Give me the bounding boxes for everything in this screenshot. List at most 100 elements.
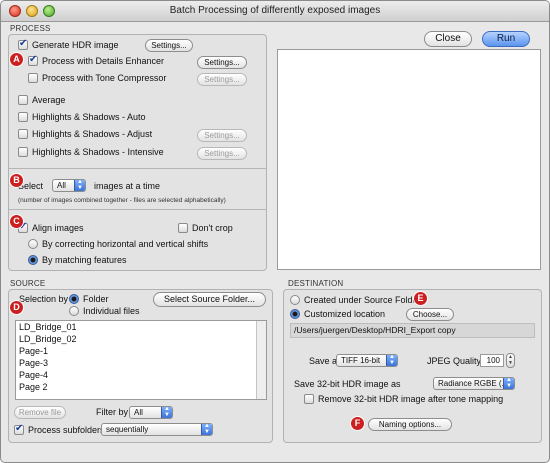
badge-f: F <box>351 417 364 430</box>
select-source-folder-button[interactable]: Select Source Folder... <box>153 292 266 307</box>
jpeg-quality-row: JPEG Quality: <box>427 356 484 366</box>
jpeg-quality-stepper[interactable]: ▲ ▼ <box>506 353 515 368</box>
dest-path: /Users/juergen/Desktop/HDRI_Export copy <box>290 323 535 338</box>
hs-adjust-label: Highlights & Shadows - Adjust <box>32 129 153 139</box>
process-subfolders-option[interactable]: Process subfolders <box>14 423 105 435</box>
remove32-checkbox[interactable] <box>304 394 314 404</box>
generate-hdr-checkbox[interactable] <box>18 38 28 50</box>
details-enhancer-settings-button[interactable]: Settings... <box>197 56 247 69</box>
align-option[interactable]: Align images <box>18 221 84 233</box>
filter-value: All <box>134 408 143 417</box>
hs-intensive-option[interactable]: Highlights & Shadows - Intensive <box>18 147 164 157</box>
process-section-label: PROCESS <box>10 24 51 33</box>
filter-by-row: Filter by <box>96 407 128 417</box>
tone-compressor-label: Process with Tone Compressor <box>42 73 167 83</box>
hs-intensive-settings-button[interactable]: Settings... <box>197 147 247 160</box>
naming-options-button[interactable]: Naming options... <box>368 418 452 431</box>
process-subfolders-checkbox[interactable] <box>14 423 24 435</box>
generate-hdr-settings-button[interactable]: Settings... <box>145 39 193 52</box>
file-items: LD_Bridge_01 LD_Bridge_02 Page-1 Page-3 Page… <box>16 321 266 393</box>
remove32-label: Remove 32-bit HDR image after tone mappi… <box>318 394 504 404</box>
hs-adjust-checkbox[interactable] <box>18 129 28 139</box>
choose-folder-button[interactable]: Choose... <box>406 308 454 321</box>
details-enhancer-option[interactable]: Process with Details Enhancer <box>28 54 164 66</box>
hs-auto-label: Highlights & Shadows - Auto <box>32 112 146 122</box>
selection-folder-label: Folder <box>83 294 109 304</box>
align-label: Align images <box>32 223 84 233</box>
badge-e: E <box>414 292 427 305</box>
selection-individual-option[interactable]: Individual files <box>69 306 140 316</box>
select-note-text: (number of images combined together - fi… <box>18 197 226 204</box>
file-list-scrollbar[interactable] <box>256 321 266 399</box>
hs-intensive-checkbox[interactable] <box>18 147 28 157</box>
selection-by-label: Selection by <box>19 294 69 304</box>
hs-auto-option[interactable]: Highlights & Shadows - Auto <box>18 112 146 122</box>
jpeg-quality-label: JPEG Quality: <box>427 356 484 366</box>
dest-created-under-label: Created under Source Folder <box>304 295 421 305</box>
selection-individual-label: Individual files <box>83 306 140 316</box>
badge-a: A <box>10 53 23 66</box>
hs-adjust-settings-button[interactable]: Settings... <box>197 129 247 142</box>
save-as-popup[interactable]: TIFF 16-bit ▲ ▼ <box>336 354 398 367</box>
tone-compressor-settings-button[interactable]: Settings... <box>197 73 247 86</box>
generate-hdr-label: Generate HDR image <box>32 40 119 50</box>
select-suffix-row: images at a time <box>94 181 160 191</box>
average-checkbox[interactable] <box>18 95 28 105</box>
remove-file-button[interactable]: Remove file <box>14 406 66 419</box>
title-bar[interactable]: Batch Processing of differently exposed … <box>1 1 549 22</box>
align-method-features-radio[interactable] <box>28 255 38 265</box>
align-method-shifts-radio[interactable] <box>28 239 38 249</box>
average-label: Average <box>32 95 66 105</box>
list-item[interactable]: Page-1 <box>16 345 266 357</box>
align-method-shifts[interactable]: By correcting horizontal and vertical sh… <box>28 239 208 249</box>
list-item[interactable]: LD_Bridge_02 <box>16 333 266 345</box>
run-button[interactable]: Run <box>482 31 530 47</box>
average-option[interactable]: Average <box>18 95 65 105</box>
dest-customized-option[interactable]: Customized location <box>290 309 385 319</box>
hs-auto-checkbox[interactable] <box>18 112 28 122</box>
filter-popup[interactable]: All ▲ ▼ <box>129 406 173 419</box>
jpeg-quality-field[interactable]: 100 <box>480 354 504 367</box>
selection-folder-radio[interactable] <box>69 294 79 304</box>
subfolder-mode-value: sequentially <box>106 425 149 434</box>
process-divider-2 <box>9 209 266 210</box>
subfolder-mode-popup[interactable]: sequentially ▲ ▼ <box>101 423 213 436</box>
dest-customized-radio[interactable] <box>290 309 300 319</box>
dont-crop-label: Don't crop <box>192 223 233 233</box>
dont-crop-checkbox[interactable] <box>178 223 188 233</box>
batch-window: Batch Processing of differently exposed … <box>0 0 550 463</box>
selection-individual-radio[interactable] <box>69 306 79 316</box>
list-item[interactable]: Page 2 <box>16 381 266 393</box>
align-method-features[interactable]: By matching features <box>28 255 127 265</box>
select-suffix-label: images at a time <box>94 181 161 191</box>
align-method-shifts-label: By correcting horizontal and vertical sh… <box>42 239 209 249</box>
list-item[interactable]: LD_Bridge_01 <box>16 321 266 333</box>
generate-hdr-option[interactable]: Generate HDR image <box>18 38 119 50</box>
dest-created-under-radio[interactable] <box>290 295 300 305</box>
dest-created-under-option[interactable]: Created under Source Folder <box>290 295 421 305</box>
destination-section-label: DESTINATION <box>288 279 344 288</box>
save32-row: Save 32-bit HDR image as <box>294 379 401 389</box>
remove32-option[interactable]: Remove 32-bit HDR image after tone mappi… <box>304 394 503 404</box>
list-item[interactable]: Page-4 <box>16 369 266 381</box>
save32-popup[interactable]: Radiance RGBE (.hdr) ▲ ▼ <box>433 377 515 390</box>
hs-adjust-option[interactable]: Highlights & Shadows - Adjust <box>18 129 152 139</box>
source-section-label: SOURCE <box>10 279 46 288</box>
list-item[interactable]: Page-3 <box>16 357 266 369</box>
select-count-value: All <box>57 181 66 190</box>
tone-compressor-option[interactable]: Process with Tone Compressor <box>28 73 166 83</box>
save32-arrows-icon: ▲ ▼ <box>503 378 514 389</box>
process-divider-1 <box>9 168 266 169</box>
window-title: Batch Processing of differently exposed … <box>169 5 381 16</box>
source-file-list[interactable]: LD_Bridge_01 LD_Bridge_02 Page-1 Page-3 Page… <box>15 320 267 400</box>
align-method-features-label: By matching features <box>42 255 127 265</box>
select-count-popup[interactable]: All ▲ ▼ <box>52 179 86 192</box>
close-button[interactable]: Close <box>424 31 472 47</box>
details-enhancer-checkbox[interactable] <box>28 54 38 66</box>
dont-crop-option[interactable]: Don't crop <box>178 223 233 233</box>
selection-by-row: Selection by <box>19 294 68 304</box>
log-output-area[interactable] <box>277 49 541 270</box>
tone-compressor-checkbox[interactable] <box>28 73 38 83</box>
process-subfolders-label: Process subfolders <box>28 425 105 435</box>
selection-folder-option[interactable]: Folder <box>69 294 109 304</box>
